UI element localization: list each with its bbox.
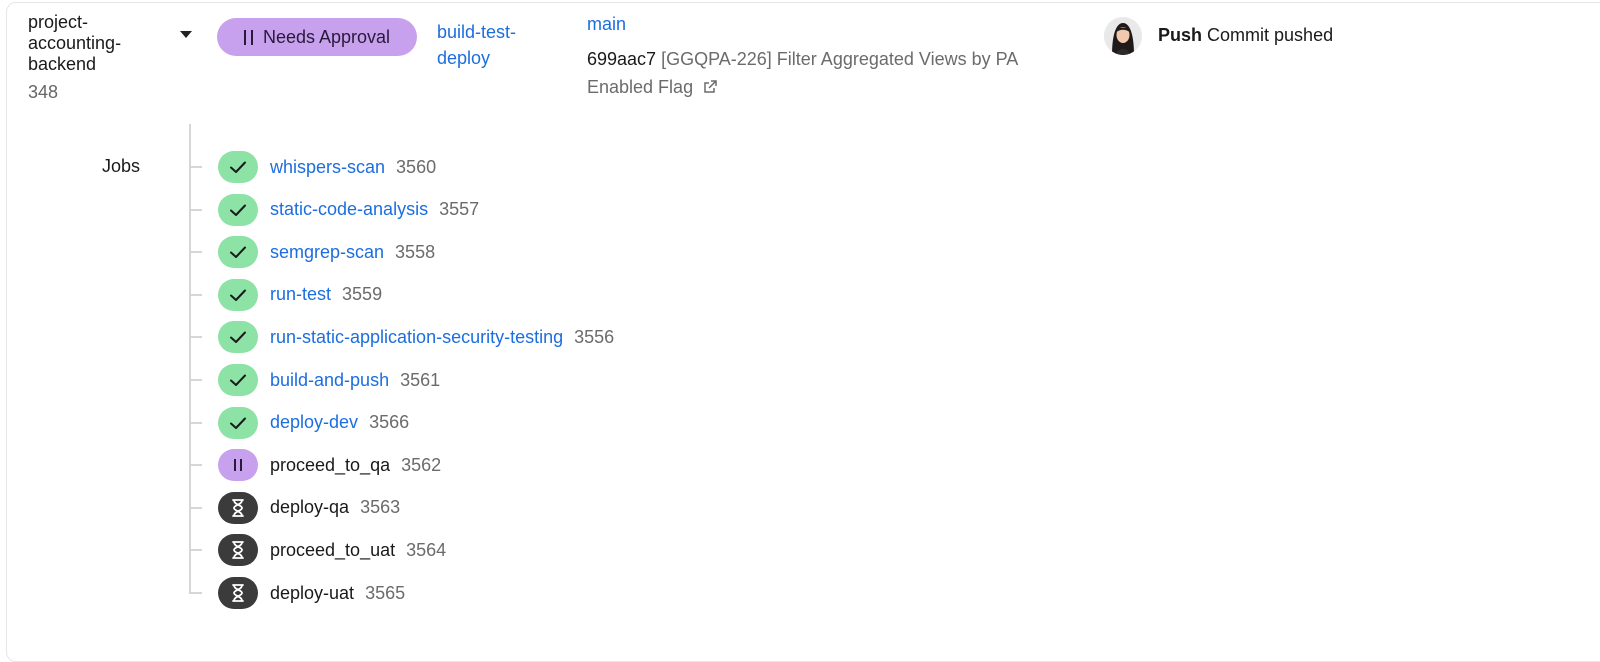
pause-icon [243,29,253,45]
status-badge: Needs Approval [217,18,417,56]
avatar [1104,17,1142,55]
job-number: 3564 [406,539,447,560]
job-number: 3566 [369,412,410,433]
jobs-label: Jobs [102,156,141,176]
commit-info: 699aac7 [GGQPA-226] Filter Aggregated Vi… [587,45,1077,103]
commit-sha: 699aac7 [587,49,657,69]
job-name[interactable]: run-static-application-security-testing [270,327,563,348]
job-name: deploy-qa [270,497,350,518]
hourglass-icon [218,491,258,524]
job-row: deploy-dev 3566 [189,406,409,440]
job-number: 3562 [401,454,442,475]
job-row: deploy-uat 3565 [189,576,405,610]
job-row: static-code-analysis 3557 [189,193,479,227]
tree-connector [189,506,202,509]
tree-connector [189,251,202,254]
check-icon [218,236,258,269]
job-name[interactable]: whispers-scan [270,157,385,178]
job-row: whispers-scan 3560 [189,150,436,184]
job-row: proceed_to_uat 3564 [189,533,446,567]
tree-connector [189,464,202,467]
job-row: proceed_to_qa 3562 [189,448,441,482]
job-name[interactable]: semgrep-scan [270,242,384,263]
job-number: 3563 [360,497,401,518]
job-number: 3558 [395,241,436,262]
job-number: 3556 [574,326,615,347]
job-number: 3559 [342,284,383,305]
check-icon [218,278,258,311]
job-number: 3557 [439,199,480,220]
check-icon [218,406,258,439]
tree-connector [189,293,202,296]
tree-connector [189,421,202,424]
chevron-down-icon[interactable] [180,31,192,38]
job-number: 3565 [365,582,406,603]
check-icon [218,321,258,354]
check-icon [218,151,258,183]
pause-icon [218,449,258,482]
tree-connector [189,549,202,552]
job-name: proceed_to_qa [270,454,391,475]
trigger-text: Commit pushed [1207,25,1334,45]
hourglass-icon [218,534,258,567]
job-name[interactable]: run-test [270,284,331,305]
tree-connector [189,336,202,339]
job-name[interactable]: build-and-push [270,370,389,391]
external-link-icon[interactable] [702,75,718,103]
tree-connector [189,379,202,381]
job-row: deploy-qa 3563 [189,491,400,525]
job-name: proceed_to_uat [270,539,396,560]
job-row: run-test 3559 [189,278,382,312]
tree-connector [189,166,202,168]
check-icon [218,364,258,396]
trigger-type: Push [1158,25,1203,45]
job-name[interactable]: static-code-analysis [270,199,428,220]
trigger-info: Push Commit pushed [1158,25,1333,46]
job-row: run-static-application-security-testing 3… [189,320,614,354]
tree-connector [189,208,202,211]
check-icon [218,193,258,226]
job-row: build-and-push 3561 [189,363,440,397]
workflow-link[interactable]: build-test-deploy [437,19,557,71]
job-number: 3560 [396,156,437,177]
status-label: Needs Approval [262,26,391,47]
job-name[interactable]: deploy-dev [270,412,358,433]
job-number: 3561 [400,369,441,390]
tree-connector [189,592,202,594]
pipeline-number: 348 [28,82,59,102]
branch-link[interactable]: main [587,14,626,35]
project-name[interactable]: project-accounting-backend [28,12,148,75]
job-row: semgrep-scan 3558 [189,235,435,269]
job-name: deploy-uat [270,582,355,603]
hourglass-icon [218,577,258,609]
